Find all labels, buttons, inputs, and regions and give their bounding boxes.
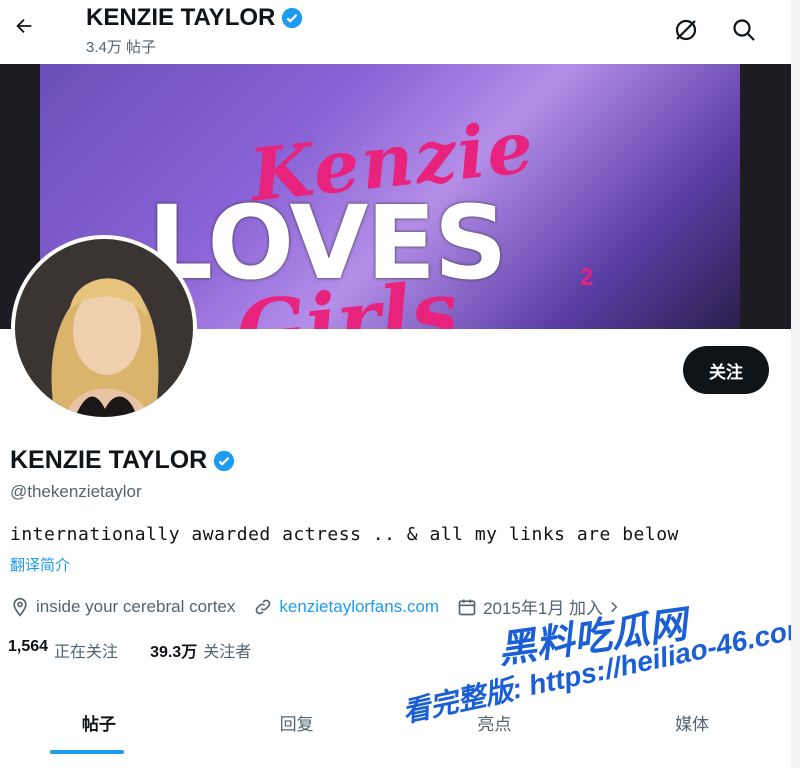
- calendar-icon: [457, 597, 483, 617]
- tab-posts[interactable]: 帖子: [0, 690, 198, 754]
- profile-handle: @thekenzietaylor: [10, 482, 142, 501]
- verified-badge-icon: [213, 450, 235, 472]
- profile-bio: internationally awarded actress .. & all…: [10, 524, 679, 545]
- followers-stat[interactable]: 39.3万 关注者: [150, 638, 251, 662]
- website-item[interactable]: kenzietaylorfans.com: [253, 597, 439, 617]
- translate-bio-link[interactable]: 翻译简介: [10, 554, 70, 575]
- back-arrow-icon[interactable]: [10, 12, 38, 40]
- verified-badge-icon: [281, 7, 303, 29]
- profile-header: KENZIE TAYLOR 3.4万 帖子: [0, 0, 800, 64]
- location-pin-icon: [10, 597, 36, 617]
- avatar-photo: [15, 239, 193, 417]
- profile-tabs: 帖子 回复 亮点 媒体: [0, 690, 791, 754]
- active-tab-indicator: [50, 750, 124, 754]
- following-count: 1,564: [8, 638, 49, 655]
- search-icon[interactable]: [730, 16, 758, 44]
- header-post-count: 3.4万 帖子: [86, 39, 157, 56]
- profile-name-row: KENZIE TAYLOR: [10, 446, 235, 475]
- profile-stats: 1,564 正在关注 39.3万 关注者: [8, 638, 283, 662]
- banner-superscript: 2: [580, 264, 594, 291]
- location-text: inside your cerebral cortex: [36, 596, 236, 616]
- followers-label: 关注者: [203, 644, 252, 661]
- following-stat[interactable]: 1,564 正在关注: [8, 638, 118, 662]
- location-item: inside your cerebral cortex: [10, 597, 235, 617]
- header-name: KENZIE TAYLOR: [86, 4, 276, 31]
- follow-button[interactable]: 关注: [683, 346, 769, 394]
- scrollbar[interactable]: [791, 0, 800, 768]
- header-title: KENZIE TAYLOR: [86, 4, 303, 32]
- tab-media[interactable]: 媒体: [593, 690, 791, 754]
- followers-count: 39.3万: [150, 644, 198, 661]
- following-label: 正在关注: [54, 644, 119, 661]
- website-link[interactable]: kenzietaylorfans.com: [279, 597, 439, 617]
- grok-icon[interactable]: [672, 16, 700, 44]
- avatar[interactable]: [11, 235, 197, 421]
- link-icon: [253, 597, 279, 617]
- profile-name: KENZIE TAYLOR: [10, 446, 208, 474]
- tab-replies[interactable]: 回复: [198, 690, 396, 754]
